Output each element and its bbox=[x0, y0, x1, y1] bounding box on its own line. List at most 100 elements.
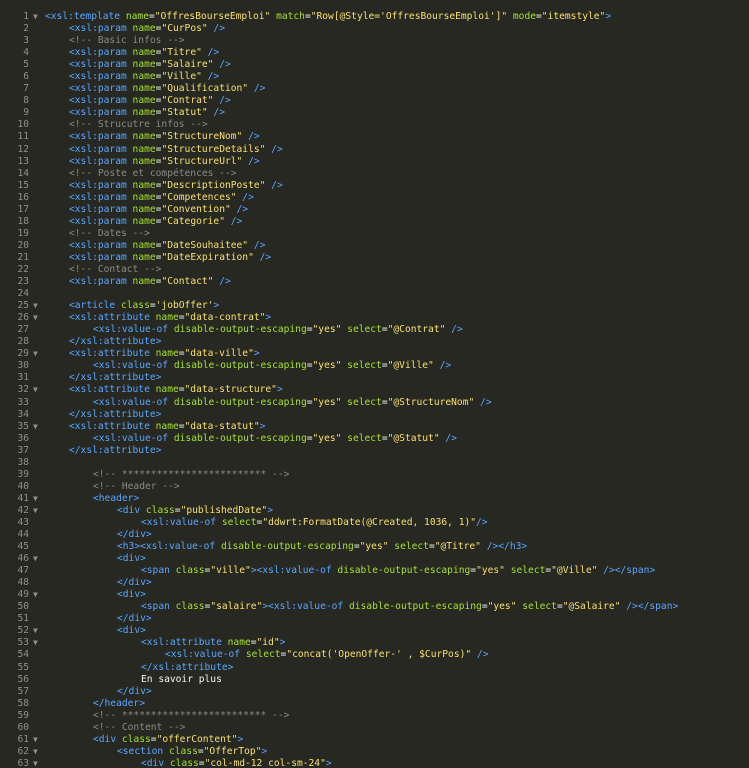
code-line[interactable]: 10 <!-- Strucutre infos --> bbox=[0, 119, 749, 131]
code-line[interactable]: 29 ▼ <xsl:attribute name="data-ville"> bbox=[0, 348, 749, 360]
code-line[interactable]: 63 ▼ <div class="col-md-12 col-sm-24"> bbox=[0, 758, 749, 768]
code-line[interactable]: 32 ▼ <xsl:attribute name="data-structure"> bbox=[0, 384, 749, 396]
code-line[interactable]: 21 <xsl:param name="DateExpiration" /> bbox=[0, 252, 749, 264]
fold-arrow-icon[interactable]: ▼ bbox=[33, 625, 41, 637]
code-token: <!-- Strucutre infos --> bbox=[69, 119, 208, 131]
code-line[interactable]: 18 <xsl:param name="Categorie" /> bbox=[0, 216, 749, 228]
code-line[interactable]: 37 </xsl:attribute> bbox=[0, 445, 749, 457]
code-line[interactable]: 62 ▼ <section class="OfferTop"> bbox=[0, 746, 749, 758]
code-line[interactable]: 57 </div> bbox=[0, 686, 749, 698]
fold-arrow-icon[interactable]: ▼ bbox=[33, 300, 41, 312]
code-line[interactable]: 22 <!-- Contact --> bbox=[0, 264, 749, 276]
code-line[interactable]: 46 ▼ <div> bbox=[0, 553, 749, 565]
code-line[interactable]: 55 </xsl:attribute> bbox=[0, 662, 749, 674]
code-line[interactable]: 53 ▼ <xsl:attribute name="id"> bbox=[0, 637, 749, 649]
code-token: name bbox=[132, 23, 156, 35]
line-number: 9 bbox=[23, 107, 29, 119]
code-line[interactable]: 23 <xsl:param name="Contact" /> bbox=[0, 276, 749, 288]
code-line[interactable]: 12 <xsl:param name="StructureDetails" /> bbox=[0, 144, 749, 156]
code-line[interactable]: 36 <xsl:value-of disable-output-escaping=… bbox=[0, 433, 749, 445]
code-line[interactable]: 15 <xsl:param name="DescriptionPoste" /> bbox=[0, 180, 749, 192]
code-line[interactable]: 52 ▼ <div> bbox=[0, 625, 749, 637]
code-line[interactable]: 40 <!-- Header --> bbox=[0, 481, 749, 493]
code-line[interactable]: 8 <xsl:param name="Contrat" /> bbox=[0, 95, 749, 107]
code-token: <xsl:attribute bbox=[69, 348, 156, 360]
fold-arrow-icon[interactable]: ▼ bbox=[33, 734, 41, 746]
code-line[interactable]: 25 ▼ <article class='jobOffer'> bbox=[0, 300, 749, 312]
code-line[interactable]: 7 <xsl:param name="Qualification" /> bbox=[0, 83, 749, 95]
code-text: <xsl:param name="Ville" /> bbox=[45, 71, 219, 83]
code-line[interactable]: 34 </xsl:attribute> bbox=[0, 409, 749, 421]
code-token: </h3> bbox=[498, 541, 528, 553]
code-line[interactable]: 38 bbox=[0, 457, 749, 469]
code-token: class bbox=[120, 300, 150, 312]
code-line[interactable]: 26 ▼ <xsl:attribute name="data-contrat"> bbox=[0, 312, 749, 324]
code-line[interactable]: 2 <xsl:param name="CurPos" /> bbox=[0, 23, 749, 35]
line-number: 31 bbox=[17, 372, 29, 384]
code-line[interactable]: 48 </div> bbox=[0, 577, 749, 589]
code-token: <xsl:attribute bbox=[69, 384, 156, 396]
fold-arrow-icon[interactable]: ▼ bbox=[33, 589, 41, 601]
code-line[interactable]: 56 En savoir plus bbox=[0, 674, 749, 686]
code-line[interactable]: 51 </div> bbox=[0, 613, 749, 625]
code-line[interactable]: 13 <xsl:param name="StructureUrl" /> bbox=[0, 156, 749, 168]
line-number: 35 bbox=[17, 420, 29, 432]
code-text: <div> bbox=[45, 553, 146, 565]
fold-arrow-icon[interactable]: ▼ bbox=[33, 384, 41, 396]
code-line[interactable]: 45 <h3><xsl:value-of disable-output-escap… bbox=[0, 541, 749, 553]
code-line[interactable]: 31 </xsl:attribute> bbox=[0, 372, 749, 384]
code-line[interactable]: 14 <!-- Poste et compétences --> bbox=[0, 168, 749, 180]
code-line[interactable]: 27 <xsl:value-of disable-output-escaping=… bbox=[0, 324, 749, 336]
line-number: 19 bbox=[17, 227, 29, 239]
fold-arrow-icon[interactable]: ▼ bbox=[33, 505, 41, 517]
code-line[interactable]: 42 ▼ <div class="publishedDate"> bbox=[0, 505, 749, 517]
fold-arrow-icon[interactable]: ▼ bbox=[33, 758, 41, 768]
code-line[interactable]: 44 </div> bbox=[0, 529, 749, 541]
code-line[interactable]: 47 <span class="ville"><xsl:value-of disa… bbox=[0, 565, 749, 577]
code-token: name bbox=[155, 348, 179, 360]
code-line[interactable]: 39 <!-- ************************* --> bbox=[0, 469, 749, 481]
code-line[interactable]: 19 <!-- Dates --> bbox=[0, 228, 749, 240]
code-line[interactable]: 16 <xsl:param name="Competences" /> bbox=[0, 192, 749, 204]
code-line[interactable]: 50 <span class="salaire"><xsl:value-of di… bbox=[0, 601, 749, 613]
code-line[interactable]: 28 </xsl:attribute> bbox=[0, 336, 749, 348]
code-line[interactable]: 5 <xsl:param name="Salaire" /> bbox=[0, 59, 749, 71]
code-line[interactable]: 49 ▼ <div> bbox=[0, 589, 749, 601]
fold-arrow-icon[interactable]: ▼ bbox=[33, 746, 41, 758]
code-token: select bbox=[516, 601, 557, 613]
code-line[interactable]: 41 ▼ <header> bbox=[0, 493, 749, 505]
fold-arrow-icon[interactable]: ▼ bbox=[33, 312, 41, 324]
fold-arrow-icon[interactable]: ▼ bbox=[33, 493, 41, 505]
code-line[interactable]: 4 <xsl:param name="Titre" /> bbox=[0, 47, 749, 59]
code-line[interactable]: 1 ▼ <xsl:template name="OffresBourseEmploi… bbox=[0, 11, 749, 23]
code-line[interactable]: 61 ▼ <div class="offerContent"> bbox=[0, 734, 749, 746]
code-token: </span> bbox=[637, 601, 679, 613]
code-line[interactable]: 30 <xsl:value-of disable-output-escaping=… bbox=[0, 360, 749, 372]
code-line[interactable]: 6 <xsl:param name="Ville" /> bbox=[0, 71, 749, 83]
code-token: > bbox=[605, 11, 612, 22]
code-line[interactable]: 11 <xsl:param name="StructureNom" /> bbox=[0, 131, 749, 143]
code-line[interactable]: 3 <!-- Basic infos --> bbox=[0, 35, 749, 47]
fold-arrow-icon[interactable]: ▼ bbox=[33, 11, 41, 23]
fold-arrow-icon[interactable]: ▼ bbox=[33, 553, 41, 565]
code-line[interactable]: 9 <xsl:param name="Statut" /> bbox=[0, 107, 749, 119]
code-editor[interactable]: 1 ▼ <xsl:template name="OffresBourseEmploi… bbox=[0, 0, 749, 768]
code-line[interactable]: 43 <xsl:value-of select="ddwrt:FormatDate… bbox=[0, 517, 749, 529]
code-line[interactable]: 54 <xsl:value-of select="concat('OpenOffe… bbox=[0, 649, 749, 661]
code-line[interactable]: 59 <!-- ************************* --> bbox=[0, 710, 749, 722]
code-token: "yes" bbox=[312, 324, 342, 336]
code-text: </div> bbox=[45, 686, 152, 698]
code-line[interactable]: 17 <xsl:param name="Convention" /> bbox=[0, 204, 749, 216]
code-line[interactable]: 33 <xsl:value-of disable-output-escaping=… bbox=[0, 397, 749, 409]
line-number: 22 bbox=[17, 263, 29, 275]
code-line[interactable]: 60 <!-- Content --> bbox=[0, 722, 749, 734]
fold-arrow-icon[interactable]: ▼ bbox=[33, 348, 41, 360]
line-number: 48 bbox=[17, 577, 29, 589]
code-line[interactable]: 58 </header> bbox=[0, 698, 749, 710]
code-line[interactable]: 35 ▼ <xsl:attribute name="data-statut"> bbox=[0, 421, 749, 433]
fold-arrow-icon[interactable]: ▼ bbox=[33, 421, 41, 433]
fold-arrow-icon[interactable]: ▼ bbox=[33, 637, 41, 649]
code-line[interactable]: 24 bbox=[0, 288, 749, 300]
code-line[interactable]: 20 <xsl:param name="DateSouhaitee" /> bbox=[0, 240, 749, 252]
code-token: "OfferTop" bbox=[203, 745, 262, 757]
